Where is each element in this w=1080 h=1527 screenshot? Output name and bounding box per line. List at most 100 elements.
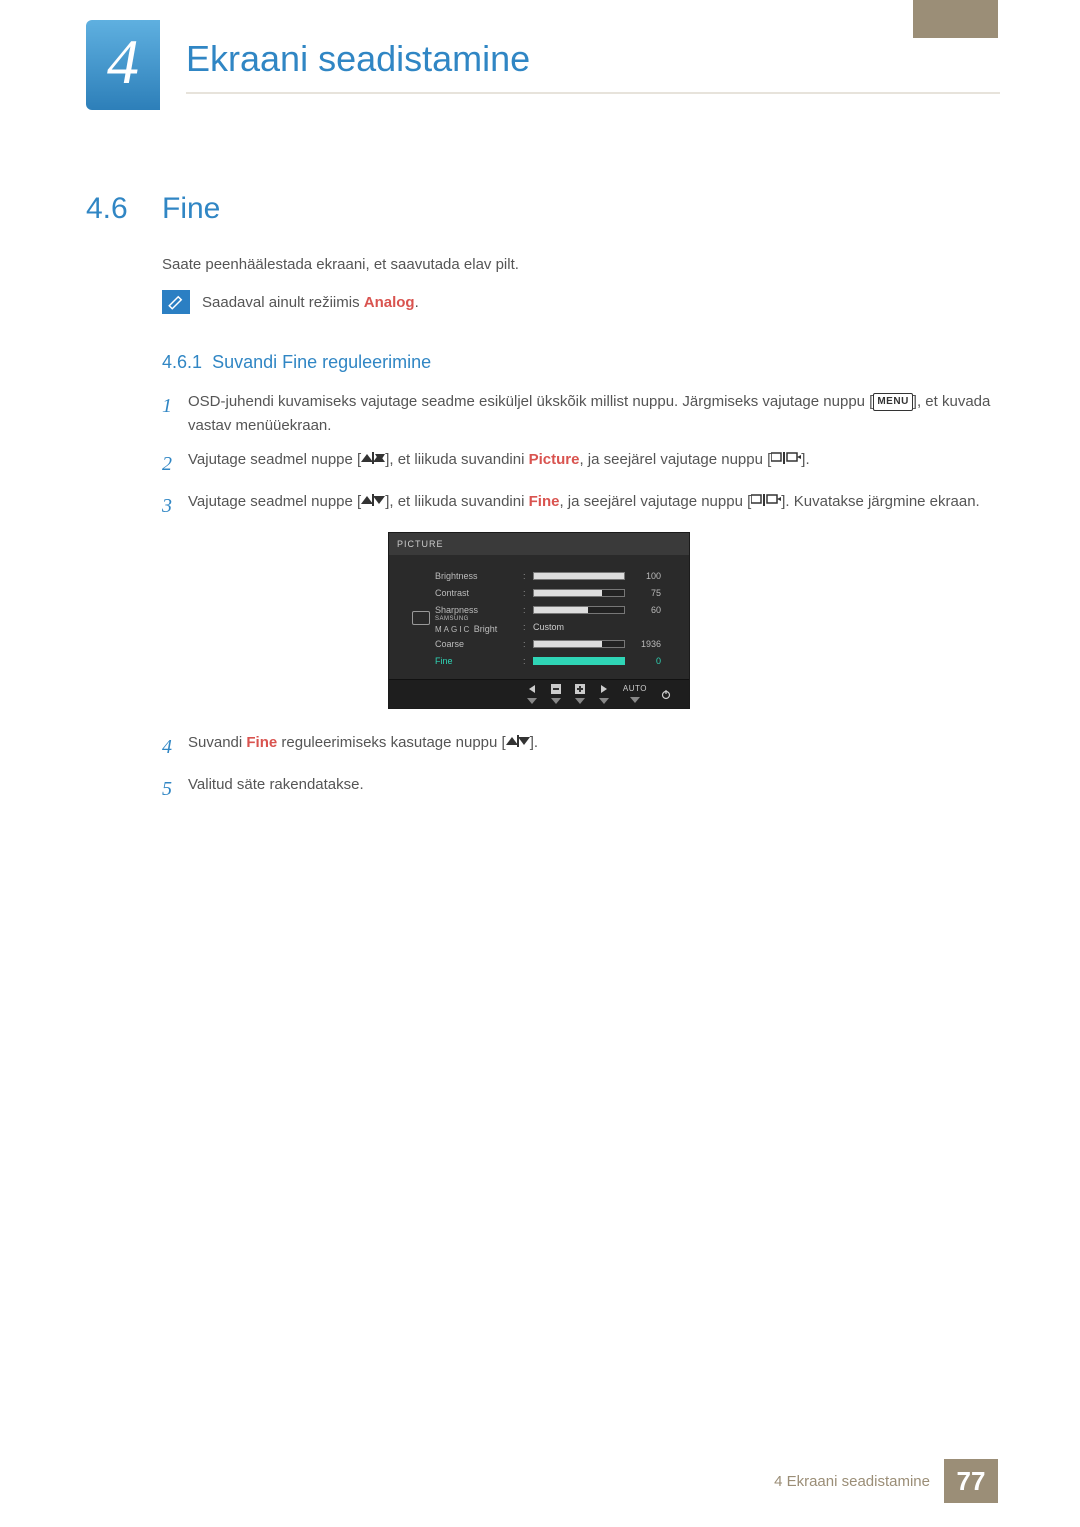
step4-text-b: reguleerimiseks kasutage nuppu [	[277, 734, 505, 751]
note-text: Saadaval ainult režiimis Analog.	[202, 294, 419, 311]
footer-label: 4 Ekraani seadistamine	[0, 1459, 944, 1503]
up-down-arrows-icon	[361, 490, 385, 514]
osd-magic-value: Custom	[533, 620, 625, 634]
osd-colon: :	[523, 637, 533, 651]
osd-row-fine: Fine : 0	[435, 652, 675, 669]
step4-keyword: Fine	[246, 734, 277, 751]
osd-colon: :	[523, 586, 533, 600]
osd-label: Contrast	[435, 586, 523, 600]
osd-label: Brightness	[435, 569, 523, 583]
note-icon	[162, 290, 190, 314]
step: 2 Vajutage seadmel nuppe [ ], et liikuda …	[162, 448, 1000, 480]
step2-text-d: ].	[801, 451, 809, 468]
note-prefix: Saadaval ainult režiimis	[202, 294, 364, 311]
step-body: Vajutage seadmel nuppe [ ], et liikuda su…	[188, 448, 810, 480]
up-down-arrows-icon	[506, 731, 530, 755]
osd-bright: Bright	[474, 624, 498, 634]
step-number: 4	[162, 731, 188, 763]
osd-nav-plus-icon	[575, 684, 585, 706]
osd-colon: :	[523, 654, 533, 668]
step3-text-d: ]. Kuvatakse järgmine ekraan.	[781, 493, 979, 510]
footer-spacer	[998, 1459, 1080, 1503]
chapter-rule	[186, 92, 1000, 94]
steps-list: 1 OSD-juhendi kuvamiseks vajutage seadme…	[162, 390, 1000, 815]
osd-row-contrast: Contrast : 75	[435, 584, 675, 601]
osd-nav-back-icon	[527, 684, 537, 706]
osd-auto-label: AUTO	[623, 685, 647, 693]
subsection-title: Suvandi Fine reguleerimine	[212, 352, 431, 372]
step2-keyword: Picture	[529, 451, 580, 468]
osd-title: PICTURE	[389, 533, 689, 555]
source-enter-icon	[751, 490, 781, 514]
osd-magic: MAGIC	[435, 625, 471, 634]
step3-text-a: Vajutage seadmel nuppe [	[188, 493, 361, 510]
step3-keyword: Fine	[529, 493, 560, 510]
step-body: Suvandi Fine reguleerimiseks kasutage nu…	[188, 731, 538, 763]
osd-label-active: Fine	[435, 654, 523, 668]
osd-colon: :	[523, 569, 533, 583]
osd-row-coarse: Coarse : 1936	[435, 635, 675, 652]
chapter-number: 4	[107, 25, 139, 105]
osd-label: Sharpness	[435, 603, 523, 617]
top-stripe	[913, 0, 998, 38]
osd-bar	[533, 640, 625, 648]
osd-bar	[533, 589, 625, 597]
subsection-number: 4.6.1	[162, 352, 202, 372]
note-row: Saadaval ainult režiimis Analog.	[162, 290, 419, 314]
osd-value: 1936	[625, 637, 665, 651]
osd-body: Brightness : 100 Contrast : 75 Sha	[389, 555, 689, 679]
note-keyword: Analog	[364, 294, 415, 311]
menu-button-label: MENU	[873, 393, 912, 411]
osd-value-active: 0	[625, 654, 665, 668]
step4-text-a: Suvandi	[188, 734, 246, 751]
section-number: 4.6	[86, 192, 128, 226]
osd-label: SAMSUNG MAGIC Bright	[435, 617, 523, 636]
osd-bar	[533, 606, 625, 614]
step: 1 OSD-juhendi kuvamiseks vajutage seadme…	[162, 390, 1000, 438]
osd-row-magicbright: SAMSUNG MAGIC Bright : Custom	[435, 618, 675, 635]
osd-bar	[533, 572, 625, 580]
osd-colon: :	[523, 603, 533, 617]
osd-colon: :	[523, 620, 533, 634]
note-suffix: .	[415, 294, 419, 311]
step2-text-a: Vajutage seadmel nuppe [	[188, 451, 361, 468]
step1-text-a: OSD-juhendi kuvamiseks vajutage seadme e…	[188, 393, 873, 410]
step: 5 Valitud säte rakendatakse.	[162, 773, 1000, 805]
osd-row-sharpness: Sharpness : 60	[435, 601, 675, 618]
step-body: Valitud säte rakendatakse.	[188, 773, 364, 805]
step-number: 3	[162, 490, 188, 721]
up-down-arrows-icon	[361, 448, 385, 472]
step4-text-c: ].	[530, 734, 538, 751]
chapter-title: Ekraani seadistamine	[186, 38, 530, 80]
source-enter-icon	[771, 448, 801, 472]
osd-value: 100	[625, 569, 665, 583]
step2-text-c: , ja seejärel vajutage nuppu [	[579, 451, 771, 468]
osd-value: 60	[625, 603, 665, 617]
step: 4 Suvandi Fine reguleerimiseks kasutage …	[162, 731, 1000, 763]
chapter-badge: 4	[86, 20, 160, 110]
step3-text-c: , ja seejärel vajutage nuppu [	[559, 493, 751, 510]
osd-footer: AUTO	[389, 679, 689, 708]
osd-nav-power-icon	[661, 690, 671, 700]
osd-bar-active	[533, 657, 625, 665]
page-footer: 4 Ekraani seadistamine 77	[0, 1459, 1080, 1503]
step-body: Vajutage seadmel nuppe [ ], et liikuda su…	[188, 490, 980, 721]
section-intro: Saate peenhäälestada ekraani, et saavuta…	[162, 256, 519, 273]
osd-nav-auto: AUTO	[623, 685, 647, 705]
osd-nav-minus-icon	[551, 684, 561, 706]
osd-label: Coarse	[435, 637, 523, 651]
subsection-heading: 4.6.1 Suvandi Fine reguleerimine	[162, 352, 431, 373]
osd-category-icon	[407, 567, 435, 669]
step-number: 1	[162, 390, 188, 438]
osd-value: 75	[625, 586, 665, 600]
step3-text-b: ], et liikuda suvandini	[385, 493, 528, 510]
footer-page-number: 77	[944, 1459, 998, 1503]
osd-figure: PICTURE Brightness : 100 Contrast :	[388, 532, 690, 709]
step-number: 2	[162, 448, 188, 480]
osd-row-brightness: Brightness : 100	[435, 567, 675, 584]
step-number: 5	[162, 773, 188, 805]
osd-samsung: SAMSUNG	[435, 617, 523, 622]
step2-text-b: ], et liikuda suvandini	[385, 451, 528, 468]
step-body: OSD-juhendi kuvamiseks vajutage seadme e…	[188, 390, 1000, 438]
section-title: Fine	[162, 192, 220, 226]
